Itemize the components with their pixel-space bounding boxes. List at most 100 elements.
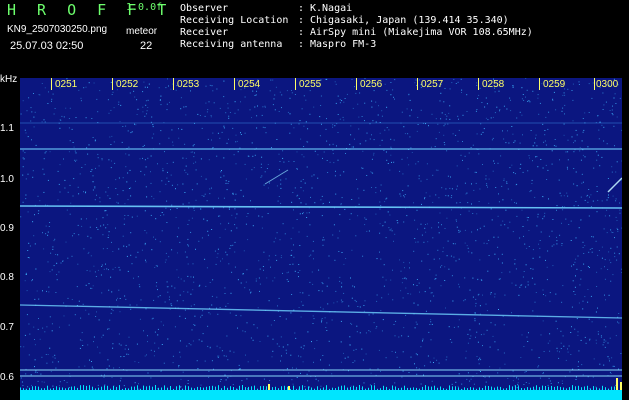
noise-pixel (308, 386, 310, 388)
noise-pixel (546, 179, 548, 180)
noise-pixel (327, 303, 329, 305)
noise-pixel (607, 178, 609, 179)
noise-pixel (334, 175, 336, 177)
noise-pixel (492, 116, 494, 118)
noise-pixel (328, 255, 330, 257)
noise-pixel (480, 123, 482, 125)
noise-pixel (227, 377, 229, 379)
noise-pixel (120, 344, 122, 346)
noise-pixel (179, 294, 181, 296)
noise-pixel (573, 205, 575, 207)
noise-pixel (68, 118, 70, 119)
noise-pixel (609, 360, 610, 362)
noise-pixel (385, 357, 387, 359)
noise-pixel (610, 247, 612, 249)
noise-pixel (159, 295, 161, 297)
noise-pixel (108, 328, 110, 330)
noise-pixel (361, 348, 363, 350)
noise-pixel (151, 195, 153, 197)
noise-pixel (562, 107, 564, 109)
noise-pixel (438, 226, 439, 228)
noise-pixel (153, 236, 154, 238)
noise-pixel (205, 102, 207, 104)
noise-pixel (267, 335, 269, 337)
noise-pixel (371, 106, 373, 108)
noise-pixel (320, 105, 322, 106)
noise-pixel (102, 334, 104, 336)
noise-pixel (379, 223, 381, 225)
noise-pixel (297, 272, 299, 273)
noise-pixel (163, 362, 165, 364)
noise-pixel (198, 339, 200, 341)
band-spike (362, 386, 363, 390)
noise-pixel (455, 260, 457, 262)
noise-pixel (230, 245, 232, 247)
noise-pixel (296, 195, 298, 197)
noise-pixel (273, 98, 275, 100)
noise-pixel (610, 262, 612, 264)
noise-pixel (475, 240, 477, 242)
noise-pixel (311, 187, 313, 189)
noise-pixel (118, 343, 120, 345)
noise-pixel (391, 161, 392, 163)
noise-pixel (225, 251, 227, 253)
noise-pixel (426, 223, 428, 225)
noise-pixel (305, 203, 307, 205)
noise-pixel (163, 324, 164, 326)
noise-pixel (114, 162, 116, 164)
noise-pixel (366, 230, 368, 232)
noise-pixel (152, 124, 154, 126)
noise-pixel (65, 107, 67, 109)
noise-pixel (402, 297, 404, 299)
noise-pixel (223, 125, 225, 127)
band-spike (329, 388, 330, 390)
noise-pixel (300, 138, 302, 140)
noise-pixel (604, 294, 605, 296)
noise-pixel (399, 259, 400, 261)
noise-pixel (609, 215, 611, 217)
noise-pixel (83, 191, 84, 193)
noise-pixel (392, 89, 394, 91)
noise-pixel (405, 287, 407, 289)
noise-pixel (414, 363, 415, 365)
noise-pixel (588, 189, 590, 190)
noise-pixel (567, 151, 569, 153)
noise-pixel (225, 112, 227, 114)
noise-pixel (305, 99, 307, 101)
noise-pixel (567, 348, 568, 350)
noise-pixel (216, 155, 218, 157)
noise-pixel (474, 313, 476, 314)
noise-pixel (509, 97, 511, 99)
noise-pixel (487, 186, 488, 188)
noise-pixel (429, 324, 431, 325)
noise-pixel (33, 326, 35, 328)
noise-pixel (313, 318, 315, 320)
noise-pixel (90, 237, 92, 239)
time-tick-label: 0257 (421, 79, 444, 90)
noise-pixel (369, 331, 371, 333)
noise-pixel (123, 218, 125, 220)
band-spike (602, 385, 603, 390)
band-spike (56, 386, 57, 390)
noise-pixel (302, 304, 304, 306)
noise-pixel (607, 197, 609, 199)
noise-pixel (555, 145, 557, 147)
noise-pixel (302, 212, 304, 214)
band-spike (446, 388, 447, 390)
noise-pixel (486, 184, 488, 186)
noise-pixel (128, 353, 130, 355)
noise-pixel (101, 264, 103, 266)
noise-pixel (156, 282, 158, 284)
noise-pixel (381, 115, 383, 117)
noise-pixel (464, 155, 466, 157)
noise-pixel (229, 247, 231, 249)
band-spike (128, 388, 129, 390)
band-spike (92, 386, 93, 390)
noise-pixel (179, 315, 181, 317)
noise-pixel (91, 366, 93, 368)
noise-pixel (22, 385, 24, 387)
noise-pixel (252, 339, 254, 341)
noise-pixel (170, 88, 172, 90)
noise-pixel (436, 359, 438, 361)
noise-pixel (390, 138, 392, 140)
